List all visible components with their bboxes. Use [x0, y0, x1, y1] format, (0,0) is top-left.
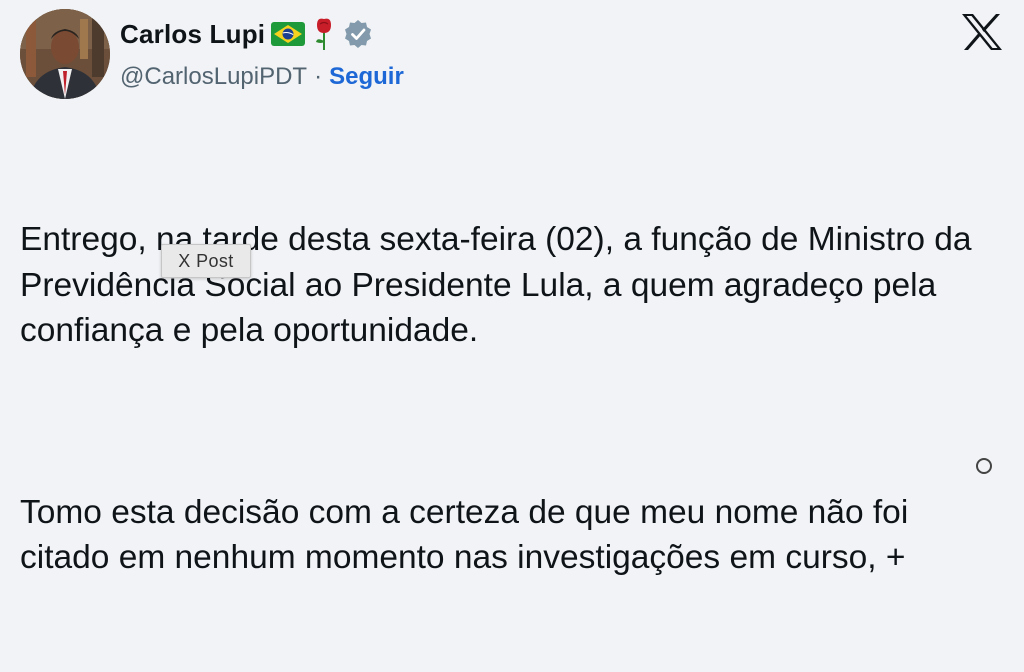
author-display-name[interactable]: Carlos Lupi — [120, 19, 265, 50]
author-name-row: Carlos Lupi — [120, 16, 373, 52]
avatar[interactable] — [20, 9, 110, 99]
follow-button[interactable]: Seguir — [329, 63, 404, 91]
partial-circle-icon — [976, 458, 992, 474]
separator-dot: · — [314, 63, 323, 90]
brazil-flag-icon — [271, 22, 306, 46]
tweet-card: Carlos Lupi @CarlosLupiPDT · Seguir Entr… — [0, 0, 1024, 576]
author-handle-row: @CarlosLupiPDT · Seguir — [120, 60, 404, 94]
author-handle[interactable]: @CarlosLupiPDT — [120, 63, 307, 91]
verified-badge-icon — [343, 19, 373, 49]
rose-icon — [311, 17, 337, 51]
post-paragraph-1: Entrego, na tarde desta sexta-feira (02)… — [20, 221, 981, 349]
post-text: Entrego, na tarde desta sexta-feira (02)… — [20, 126, 1000, 672]
tooltip: X Post — [161, 244, 251, 278]
post-paragraph-2: Tomo esta decisão com a certeza de que m… — [20, 493, 918, 577]
x-logo-icon[interactable] — [960, 12, 1004, 52]
